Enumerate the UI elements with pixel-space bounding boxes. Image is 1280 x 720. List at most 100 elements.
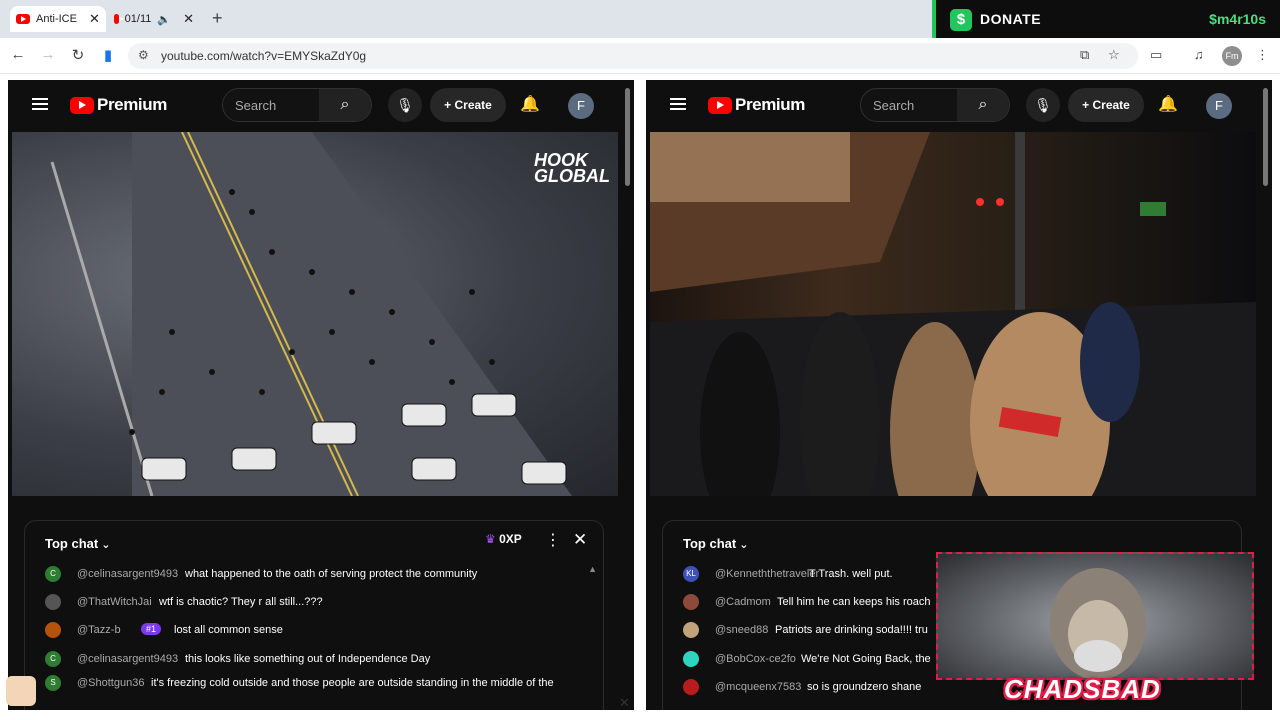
chat-text: what happened to the oath of serving pro… [185,568,478,580]
speaker-icon[interactable]: 🔈 [157,13,171,26]
aerial-street-scene [50,132,572,496]
chat-author[interactable]: @Shottgun36 [77,677,144,689]
profile-avatar[interactable]: Fm [1222,46,1242,66]
chat-author[interactable]: @BobCox-ce2fo [715,653,796,665]
notifications-bell-icon[interactable]: 🔔 [1158,94,1178,114]
chat-options-icon[interactable]: ⋮ [545,530,561,550]
xp-value: 0XP [499,532,522,546]
install-icon[interactable]: ⧉ [1080,47,1089,63]
member-badge: #1 [141,623,162,635]
chat-avatar[interactable] [683,679,699,695]
chat-text: Patriots are drinking soda!!!! tru [775,624,928,636]
account-avatar[interactable]: F [568,93,594,119]
chat-text: We're Not Going Back, the [801,653,931,665]
avatar-sticker-icon [6,676,36,706]
overlay-close-icon[interactable]: ✕ [619,695,630,711]
chat-author[interactable]: @celinasargent9493 [77,568,178,580]
video-player[interactable] [650,132,1256,496]
youtube-window-left: Premium Search ⌕ 🎙 + Create 🔔 F HOOK GLO… [8,80,634,710]
youtube-play-icon [70,96,94,114]
chat-text: it's freezing cold outside and those peo… [151,677,554,689]
logo-text: Premium [735,95,805,114]
hamburger-menu-icon[interactable] [32,98,48,110]
account-avatar[interactable]: F [1206,93,1232,119]
video-watermark: HOOK GLOBAL [534,150,610,186]
search-input[interactable]: Search ⌕ [222,88,372,122]
chat-text: wtf is chaotic? They r all still...??? [159,596,323,608]
chat-author[interactable]: @ThatWitchJai [77,596,152,608]
site-info-icon[interactable]: ⚙ [138,48,149,62]
donate-code: $m4r10s [1209,11,1266,27]
chat-author[interactable]: @Cadmom [715,596,771,608]
microphone-icon[interactable]: 🎙 [388,88,422,122]
create-button[interactable]: + Create [1068,88,1144,122]
new-tab-button[interactable]: + [212,8,223,29]
chat-author[interactable]: @celinasargent9493 [77,653,178,665]
youtube-header: Premium Search ⌕ 🎙 + Create 🔔 F [646,80,1272,130]
hamburger-menu-icon[interactable] [670,98,686,110]
search-icon[interactable]: ⌕ [319,89,371,121]
streamer-name: CHADSBAD [1004,674,1161,704]
back-arrow-icon[interactable]: ← [8,46,28,63]
youtube-play-icon [708,96,732,114]
forward-arrow-icon[interactable]: → [38,46,58,63]
chat-author[interactable]: @mcqueenx7583 [715,681,801,693]
chat-avatar[interactable] [45,594,61,610]
url-text: youtube.com/watch?v=EMYSkaZdY0g [161,49,367,63]
address-bar[interactable]: ⚙ youtube.com/watch?v=EMYSkaZdY0g [128,43,1138,69]
youtube-logo[interactable]: Premium [708,95,805,115]
browser-tab-2[interactable]: 01/11 🔈 ✕ [108,6,200,32]
search-placeholder: Search [873,98,915,113]
browser-tab-1[interactable]: Anti-ICE ✕ [10,6,106,32]
menu-kebab-icon[interactable]: ⋮ [1256,47,1269,63]
chat-avatar[interactable]: KL [683,566,699,582]
crown-icon: ♛ [485,532,496,546]
youtube-header: Premium Search ⌕ 🎙 + Create 🔔 F [8,80,634,130]
video-player[interactable]: HOOK GLOBAL [12,132,618,496]
youtube-logo[interactable]: Premium [70,95,167,115]
reload-icon[interactable]: ↻ [68,46,88,64]
dollar-icon: $ [950,9,972,31]
chat-text: T Trash. well put. [809,568,893,580]
chat-text: this looks like something out of Indepen… [185,653,431,665]
tab-close-icon[interactable]: ✕ [89,11,100,27]
tab-close-icon[interactable]: ✕ [183,11,194,27]
chat-author[interactable]: @Tazz-b [77,624,121,636]
create-button[interactable]: + Create [430,88,506,122]
search-icon[interactable]: ⌕ [957,89,1009,121]
chat-message: @Tazz-b #1 lost all common sense [25,619,603,641]
chat-avatar[interactable] [683,651,699,667]
top-chat-dropdown[interactable]: Top chat [683,536,748,551]
tab-title: 01/11 [124,13,152,25]
youtube-favicon-icon [114,14,124,24]
scrollbar[interactable] [1263,88,1268,186]
chat-avatar[interactable]: C [45,651,61,667]
top-chat-dropdown[interactable]: Top chat [45,536,110,551]
extension-icon[interactable]: ▮ [98,46,118,64]
media-control-icon[interactable]: ♫ [1194,47,1204,62]
chat-avatar[interactable] [683,594,699,610]
chat-avatar[interactable] [45,622,61,638]
notifications-bell-icon[interactable]: 🔔 [520,94,540,114]
close-icon[interactable]: ✕ [573,530,587,550]
chat-avatar[interactable]: C [45,566,61,582]
xp-badge[interactable]: ♛ 0XP [485,532,522,546]
streamer-figure [1050,568,1146,680]
live-chat-panel: Top chat ♛ 0XP ⋮ ✕ ▲ C@celinasargent9493… [24,520,604,710]
chat-text: so is groundzero shane [807,681,922,693]
search-input[interactable]: Search ⌕ [860,88,1010,122]
bookmark-star-icon[interactable]: ☆ [1108,47,1120,63]
chat-author[interactable]: @sneed88 [715,624,768,636]
chat-text: lost all common sense [174,624,283,636]
chat-message: @ThatWitchJai wtf is chaotic? They r all … [25,591,603,613]
chat-message: C @celinasargent9493 what happened to the … [25,563,603,585]
microphone-icon[interactable]: 🎙 [1026,88,1060,122]
chat-message: S @Shottgun36 it's freezing cold outside a… [25,672,603,694]
scrollbar[interactable] [625,88,630,186]
chat-avatar[interactable]: S [45,675,61,691]
chat-avatar[interactable] [683,622,699,638]
streamer-webcam [936,552,1254,680]
sidepanel-icon[interactable]: ▭ [1150,47,1162,63]
chat-author[interactable]: @Kenneththetraveler [715,568,819,580]
create-label: Create [1092,98,1130,112]
